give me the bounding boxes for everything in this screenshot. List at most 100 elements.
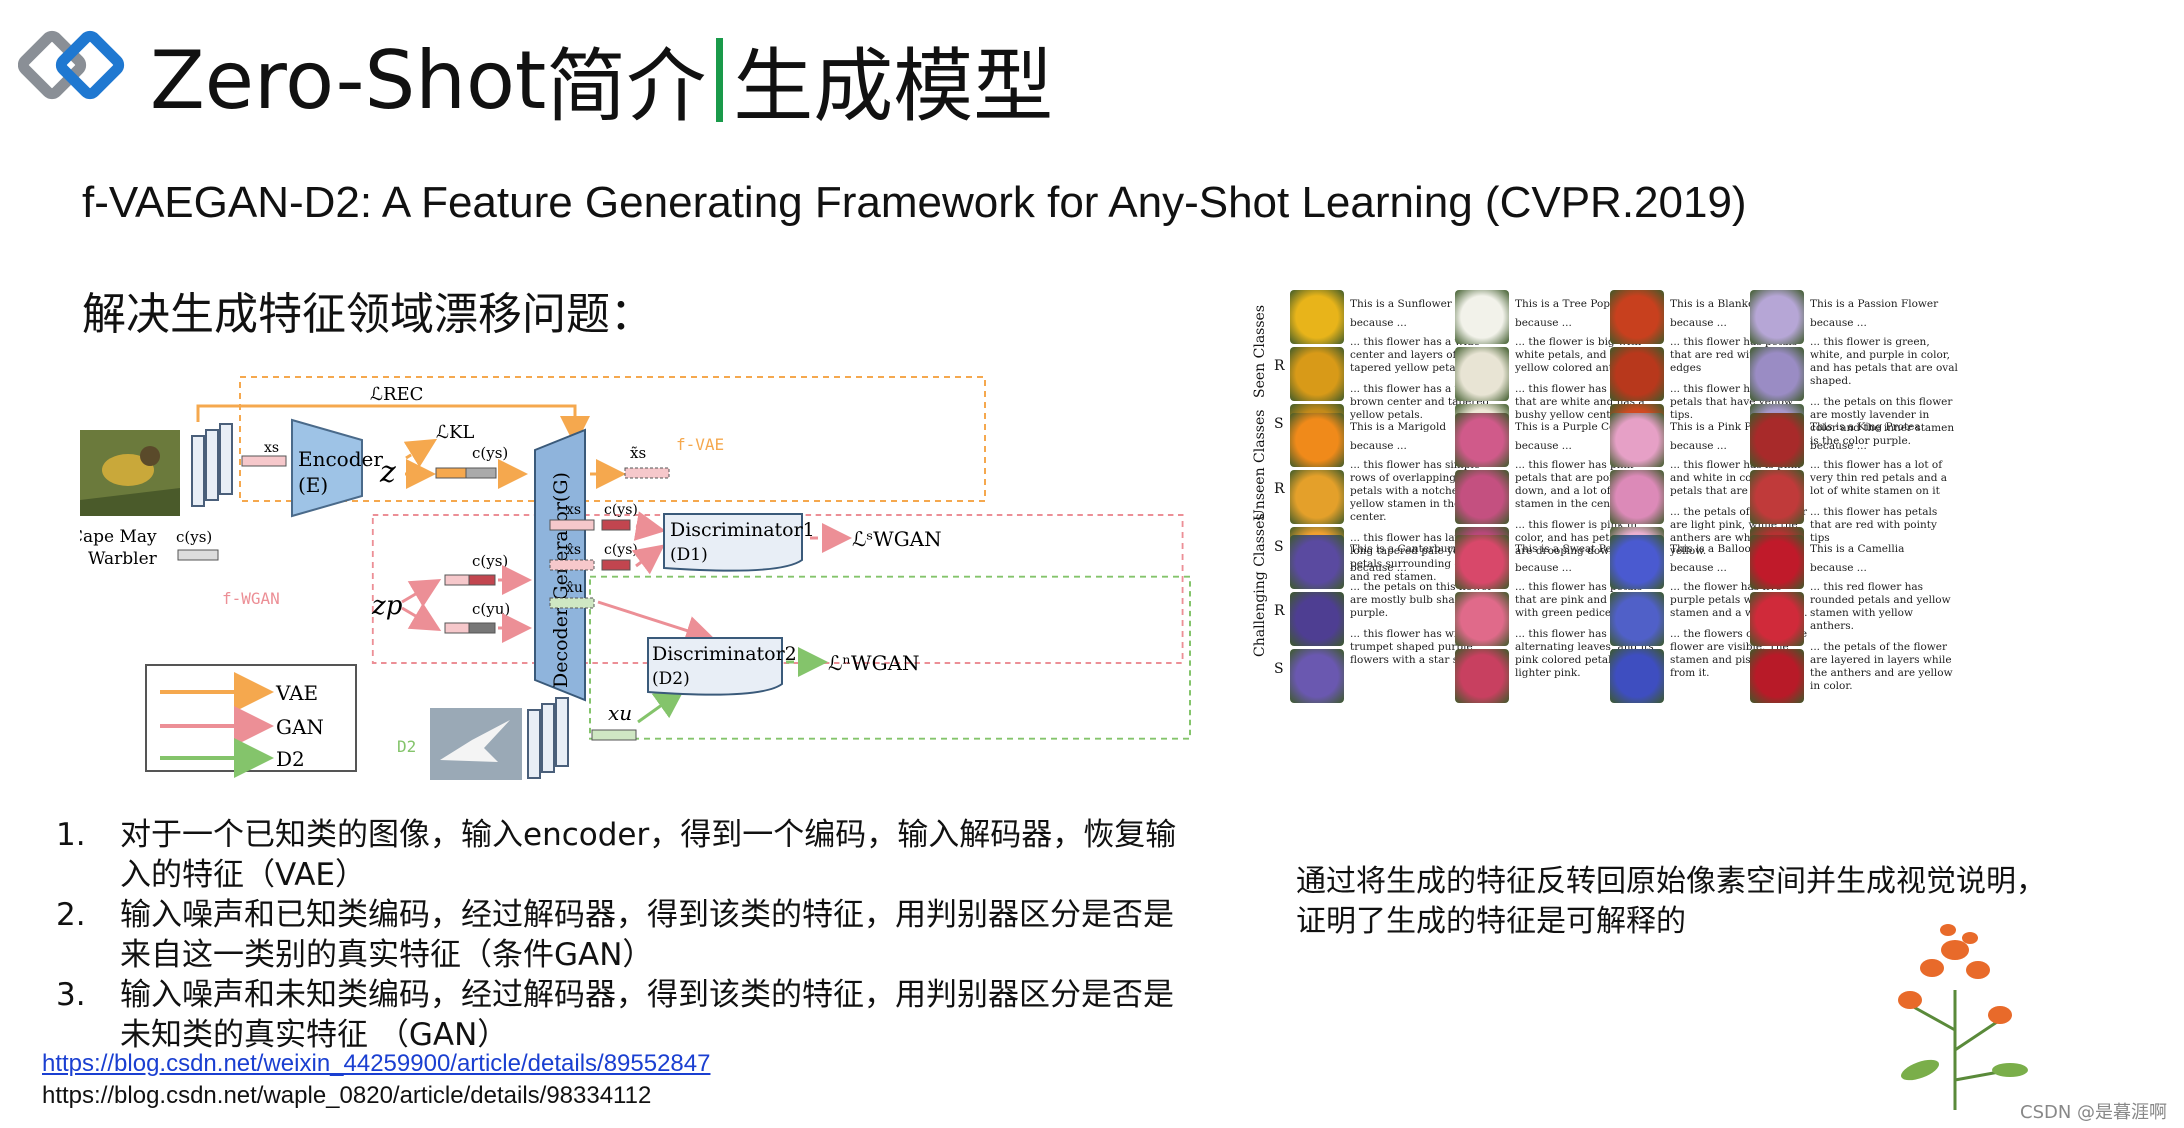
xu-hat-label: x̂u [566,580,583,596]
tern-image [430,708,522,780]
flower-thumbnail [1610,535,1664,589]
zp-label: zp [371,591,403,621]
flower-thumbnails [1290,535,1344,706]
legend-gan: GAN [276,715,324,739]
flower-thumbnail [1610,649,1664,703]
flower-explanation-figure: This is a Sunflower because ...... this f… [1250,290,2150,800]
list-item: 1. 对于一个已知类的图像，输入encoder，得到一个编码，输入解码器，恢复输… [56,815,1186,895]
flower-thumbnail [1610,347,1664,401]
real-row-label: R [1274,603,1285,619]
cnn-blocks-bottom [527,697,569,779]
flower-thumbnail [1610,290,1664,344]
flower-caption-because: because ... [1810,317,1867,329]
reference-link-1[interactable]: https://blog.csdn.net/weixin_44259900/ar… [42,1050,710,1078]
flower-caption: This is a Camellia because ... ... this re… [1810,543,1958,701]
flower-thumbnail [1455,470,1509,524]
list-item: 2. 输入噪声和已知类编码，经过解码器，得到该类的特征，用判别器区分是否是来自这… [56,895,1186,975]
real-row-label: R [1274,358,1285,374]
architecture-diagram: Cape May Warbler c(ys) xs Encoder (E) z … [80,376,1191,780]
flower-caption: This is a King Protea because ... ... this… [1810,421,1958,553]
xs-tilde-label: x̃s [630,444,646,462]
cnn-blocks-top [191,423,233,507]
disc1-label: Discriminator1 [670,519,815,541]
flower-thumbnail [1290,470,1344,524]
step-number: 1. [56,817,86,853]
step-number: 2. [56,897,86,933]
flower-thumbnails [1610,535,1664,706]
synthetic-row-label: S [1274,416,1284,432]
page-title: Zero-Shot 简介 生成模型 [150,30,1053,134]
flower-caption-r: ... this flower has a lot of very thin r… [1810,459,1948,497]
flower-thumbnail [1455,592,1509,646]
encoder-e-label: (E) [298,473,328,497]
flower-thumbnail [1290,413,1344,467]
f-wgan-label: f-WGAN [222,589,280,608]
flower-thumbnail [1290,535,1344,589]
reference-link-2: https://blog.csdn.net/waple_0820/article… [42,1082,652,1109]
bird-image [80,430,180,516]
l-wgan-s-label: ℒˢWGAN [852,527,942,551]
encoder-label: Encoder [298,447,383,471]
bird-caption-line2: Warbler [88,549,158,569]
flower-thumbnails [1455,535,1509,706]
flower-thumbnail [1290,290,1344,344]
f-vae-label: f-VAE [676,435,724,454]
step-text: 输入噪声和已知类编码，经过解码器，得到该类的特征，用判别器区分是否是来自这一类别… [120,897,1174,973]
flower-caption-s: ... the petals of the flower are layered… [1810,641,1953,692]
z-label: z [379,455,396,490]
cyu-label-gan: c(yu) [472,600,510,618]
flower-illustration [1898,924,2028,1110]
l-rec-label: ℒREC [370,384,423,405]
xs-label-gan: xs [566,502,581,518]
flower-thumbnail [1290,649,1344,703]
legend-box [145,664,357,772]
flower-thumbnail [1610,413,1664,467]
flower-thumbnail [1750,470,1804,524]
flower-thumbnail [1610,592,1664,646]
title-chinese-intro: 简介 [546,40,707,133]
disc2-d-label: (D2) [652,669,690,689]
watermark: CSDN @是暮涯啊 [2020,1102,2168,1123]
list-item: 3. 输入噪声和未知类编码，经过解码器，得到该类的特征，用判别器区分是否是未知类… [56,975,1186,1055]
flower-thumbnail [1455,347,1509,401]
section-heading: 解决生成特征领域漂移问题： [82,289,654,340]
flower-thumbnails [1750,535,1804,706]
title-divider [716,38,724,122]
flower-thumbnail [1610,470,1664,524]
synthetic-row-label: S [1274,661,1284,677]
flower-thumbnail [1750,592,1804,646]
flower-thumbnail [1750,535,1804,589]
cys-label-vae: c(ys) [472,444,508,462]
flower-caption-r: ... this flower is green, white, and pur… [1810,336,1958,387]
title-chinese-topic: 生成模型 [733,40,1054,133]
xs-hat-label: x̂s [566,542,581,558]
explanation-line-1: 通过将生成的特征反转回原始像素空间并生成视觉说明， [1296,864,2046,899]
xs-label-top: xs [264,440,279,456]
xu-label: xu [608,701,632,725]
flower-caption-s: ... this flower has petals that are red … [1810,506,1938,544]
legend-d2: D2 [276,747,305,771]
disc2-label: Discriminator2 [652,643,797,665]
flower-caption-title: This is a King Protea [1810,421,1921,433]
cys-label-real: c(ys) [604,502,638,518]
steps-list: 1. 对于一个已知类的图像，输入encoder，得到一个编码，输入解码器，恢复输… [56,815,1186,1055]
flower-thumbnail [1455,290,1509,344]
flower-thumbnail [1290,347,1344,401]
flower-caption-because: because ... [1810,440,1867,452]
step-text: 输入噪声和未知类编码，经过解码器，得到该类的特征，用判别器区分是否是未知类的真实… [120,977,1174,1053]
flower-thumbnail [1290,592,1344,646]
bird-caption-line1: Cape May [80,527,157,547]
flower-thumbnail [1455,535,1509,589]
flower-thumbnail [1750,649,1804,703]
cys-label-fake: c(ys) [604,542,638,558]
flower-caption-title: This is a Camellia [1810,543,1905,555]
diamond-logo-icon [18,30,125,100]
l-wgan-n-label: ℒⁿWGAN [828,651,920,675]
l-kl-label: ℒKL [436,422,474,443]
real-row-label: R [1274,481,1285,497]
flower-caption-title: This is a Passion Flower [1810,298,1939,310]
flower-thumbnail [1750,290,1804,344]
cys-label-bird: c(ys) [176,528,212,546]
row-group-label: Seen Classes [1252,304,1268,398]
d2-region-label: D2 [397,737,416,756]
